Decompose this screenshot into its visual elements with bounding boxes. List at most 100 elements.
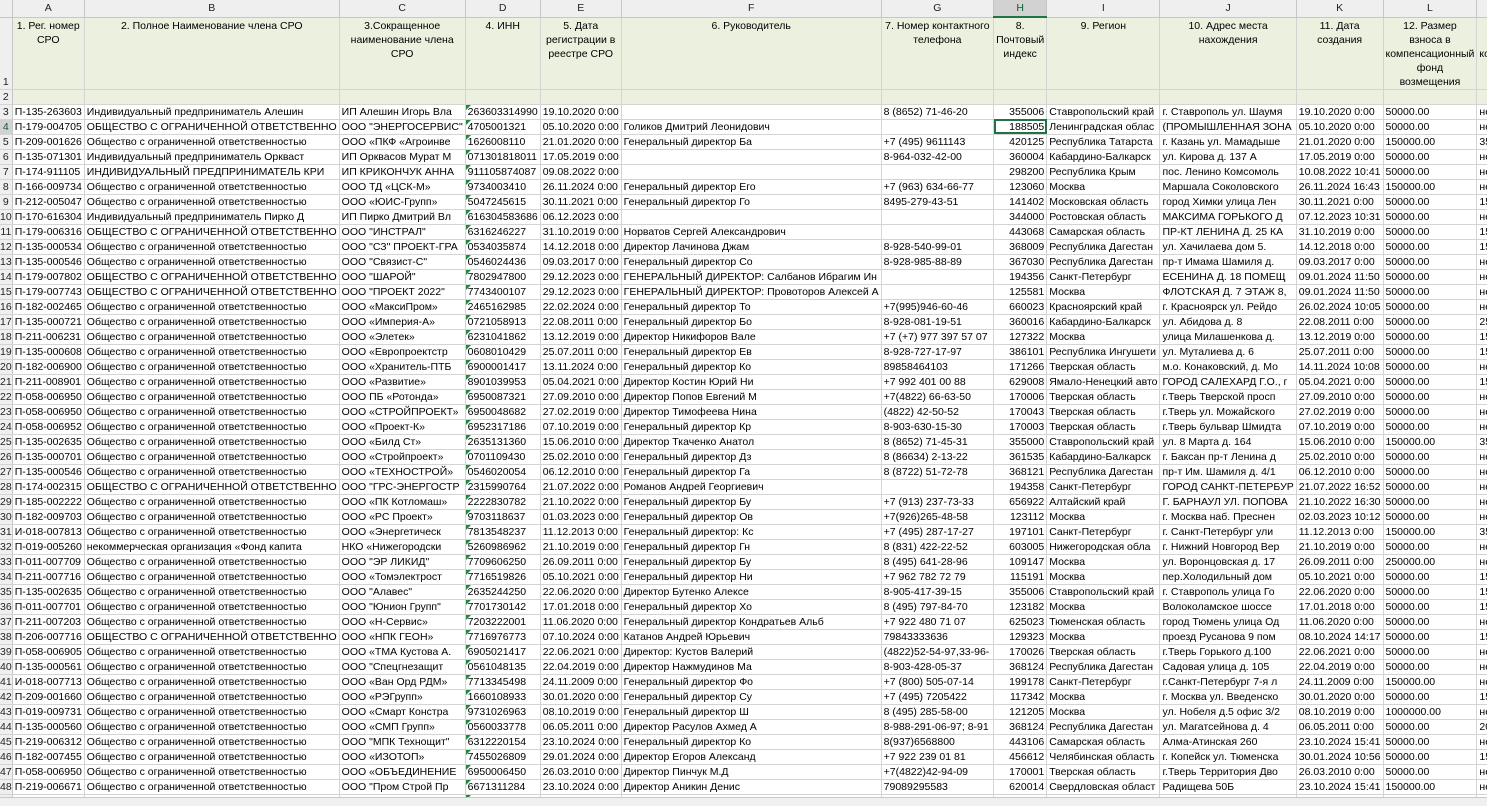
cell-e[interactable]: 30.01.2020 0:00: [540, 689, 622, 705]
cell-g[interactable]: 89858464103: [881, 359, 995, 375]
cell-h[interactable]: 355000: [993, 434, 1048, 450]
cell-g[interactable]: 8495-279-43-51: [881, 194, 995, 210]
cell-g[interactable]: 8-964-032-42-00: [881, 149, 995, 165]
row-header[interactable]: 31: [0, 524, 13, 540]
row-header[interactable]: 11: [0, 224, 13, 240]
cell-m[interactable]: нет: [1476, 644, 1487, 660]
column-header-m[interactable]: M: [1476, 0, 1487, 18]
cell-m[interactable]: нет: [1476, 764, 1487, 780]
cell-i[interactable]: Тверская область: [1046, 419, 1161, 435]
cell-f[interactable]: Генеральный директор Ба: [621, 134, 882, 150]
cell-i[interactable]: Москва: [1046, 599, 1161, 615]
cell-b[interactable]: Индивидуальный предприниматель Оркваст: [84, 149, 340, 165]
cell-e[interactable]: 06.12.2023 0:00: [540, 209, 622, 225]
cell-f[interactable]: Норватов Сергей Александрович: [621, 224, 882, 240]
cell-d[interactable]: 0546024436: [465, 254, 541, 270]
cell-a[interactable]: П-219-006312: [12, 734, 85, 750]
cell-l[interactable]: 50000.00: [1383, 329, 1478, 345]
cell-i[interactable]: Москва: [1046, 509, 1161, 525]
cell-e[interactable]: 05.10.2020 0:00: [540, 119, 622, 135]
cell-g[interactable]: [881, 224, 995, 240]
cell-h[interactable]: 199178: [993, 674, 1048, 690]
cell-g[interactable]: 8-903-630-15-30: [881, 419, 995, 435]
cell-c[interactable]: ООО «РЭГрупп»: [339, 689, 466, 705]
cell-m[interactable]: 200000.00: [1476, 719, 1487, 735]
cell-d[interactable]: 9734003410: [465, 179, 541, 195]
cell-k[interactable]: 09.01.2024 11:50: [1296, 284, 1384, 300]
cell-c[interactable]: ООО «Европроектстр: [339, 344, 466, 360]
cell-g[interactable]: 8-928-540-99-01: [881, 239, 995, 255]
cell-c[interactable]: ИП Пирко Дмитрий Вл: [339, 209, 466, 225]
cell-m[interactable]: нет: [1476, 359, 1487, 375]
cell-k[interactable]: 06.12.2010 0:00: [1296, 464, 1384, 480]
cell-a[interactable]: П-058-006950: [12, 764, 85, 780]
cell-e[interactable]: 23.10.2024 0:00: [540, 734, 622, 750]
cell-f[interactable]: Генеральный директор Ко: [621, 359, 882, 375]
cell-a[interactable]: П-011-007709: [12, 554, 85, 570]
cell-m[interactable]: 150000.00: [1476, 629, 1487, 645]
cell-c[interactable]: ООО "ГРС-ЭНЕРГОСТР: [339, 479, 466, 495]
cell-k[interactable]: 06.05.2011 0:00: [1296, 719, 1384, 735]
cell-j[interactable]: ГОРОД САНКТ-ПЕТЕРБУР: [1159, 479, 1297, 495]
header-cell[interactable]: 3.Сокращенное наименование члена СРО: [339, 17, 466, 90]
cell-m[interactable]: 350000.00: [1476, 134, 1487, 150]
cell-k[interactable]: 05.10.2021 0:00: [1296, 569, 1384, 585]
cell-j[interactable]: г. Баксан пр-т Ленина д: [1159, 449, 1297, 465]
cell-k[interactable]: 25.07.2011 0:00: [1296, 344, 1384, 360]
cell-h[interactable]: 386101: [993, 344, 1048, 360]
cell-f[interactable]: Директор Никифоров Вале: [621, 329, 882, 345]
cell-j[interactable]: Волоколамское шоссе: [1159, 599, 1297, 615]
cell-b[interactable]: Общество с ограниченной ответственностью: [84, 659, 340, 675]
column-header-a[interactable]: A: [12, 0, 85, 18]
cell-l[interactable]: 50000.00: [1383, 734, 1478, 750]
row-header[interactable]: 21: [0, 374, 13, 390]
cell[interactable]: [339, 89, 466, 105]
column-header-g[interactable]: G: [881, 0, 995, 18]
cell[interactable]: [540, 89, 622, 105]
cell-b[interactable]: Общество с ограниченной ответственностью: [84, 599, 340, 615]
cell-e[interactable]: 22.08.2011 0:00: [540, 314, 622, 330]
row-header[interactable]: 8: [0, 179, 13, 195]
cell-f[interactable]: Директор Ткаченко Анатол: [621, 434, 882, 450]
column-header-h[interactable]: H: [993, 0, 1048, 18]
cell-j[interactable]: ул. Нобеля д.5 офис 3/2: [1159, 704, 1297, 720]
cell-b[interactable]: Общество с ограниченной ответственностью: [84, 509, 340, 525]
row-header[interactable]: 1: [0, 17, 13, 90]
row-header[interactable]: 9: [0, 194, 13, 210]
cell-a[interactable]: П-174-002315: [12, 479, 85, 495]
cell-j[interactable]: г.Тверь ул. Можайского: [1159, 404, 1297, 420]
cell-h[interactable]: 115191: [993, 569, 1048, 585]
cell-g[interactable]: +7(4822) 66-63-50: [881, 389, 995, 405]
cell-d[interactable]: 7743400107: [465, 284, 541, 300]
row-header[interactable]: 7: [0, 164, 13, 180]
cell-l[interactable]: 150000.00: [1383, 524, 1478, 540]
row-header[interactable]: 32: [0, 539, 13, 555]
cell-m[interactable]: нет: [1476, 164, 1487, 180]
header-cell[interactable]: 10. Адрес места нахождения: [1159, 17, 1297, 90]
cell-g[interactable]: (4822) 42-50-52: [881, 404, 995, 420]
cell-e[interactable]: 07.10.2024 0:00: [540, 629, 622, 645]
cell-e[interactable]: 26.11.2024 0:00: [540, 179, 622, 195]
cell-b[interactable]: Общество с ограниченной ответственностью: [84, 734, 340, 750]
cell-a[interactable]: П-135-002635: [12, 434, 85, 450]
cell-g[interactable]: +7(4822)42-94-09: [881, 764, 995, 780]
cell-c[interactable]: ООО «Стройпроект»: [339, 449, 466, 465]
cell-c[interactable]: ИП Орквасов Мурат М: [339, 149, 466, 165]
cell[interactable]: [84, 89, 340, 105]
cell-i[interactable]: Москва: [1046, 329, 1161, 345]
row-header[interactable]: 38: [0, 629, 13, 645]
cell-g[interactable]: +7(995)946-60-46: [881, 299, 995, 315]
cell[interactable]: [1296, 89, 1384, 105]
cell-c[interactable]: ООО «Смарт Констра: [339, 704, 466, 720]
cell-d[interactable]: 6905021417: [465, 644, 541, 660]
cell-c[interactable]: ООО «СМП Групп»: [339, 719, 466, 735]
cell-b[interactable]: Общество с ограниченной ответственностью: [84, 689, 340, 705]
cell-a[interactable]: П-135-263603: [12, 104, 85, 120]
cell-a[interactable]: П-058-006950: [12, 389, 85, 405]
cell-a[interactable]: П-135-071301: [12, 149, 85, 165]
cell-m[interactable]: 150000.00: [1476, 749, 1487, 765]
cell-h[interactable]: 170026: [993, 644, 1048, 660]
header-cell[interactable]: 2. Полное Наименование члена СРО: [84, 17, 340, 90]
cell-m[interactable]: нет: [1476, 539, 1487, 555]
cell-m[interactable]: нет: [1476, 209, 1487, 225]
